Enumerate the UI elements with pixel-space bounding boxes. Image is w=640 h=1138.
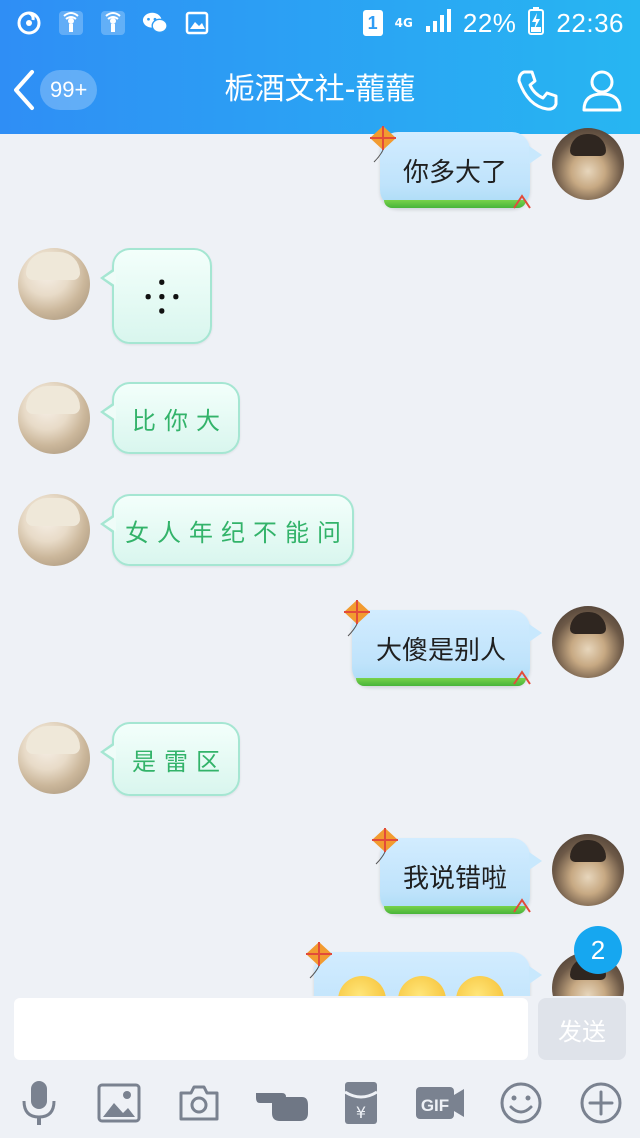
grass-decoration: [356, 678, 526, 686]
sim-card-icon: 1: [362, 10, 383, 36]
plus-icon: [580, 1082, 622, 1124]
gif-icon: GIF: [416, 1087, 464, 1119]
camera-icon: [179, 1085, 219, 1121]
clock: 22:36: [556, 7, 624, 38]
svg-text:GIF: GIF: [421, 1096, 449, 1115]
red-packet-icon: ¥: [344, 1082, 378, 1124]
message-bubble-outgoing[interactable]: 大傻是别人: [352, 610, 542, 686]
send-button[interactable]: 发送: [538, 998, 626, 1060]
more-button[interactable]: [576, 1078, 626, 1128]
wechat-icon: [142, 10, 168, 36]
nav-bar: 99+ 栀酒文社-蘢蘢: [0, 52, 640, 128]
contact-avatar[interactable]: [18, 494, 90, 566]
app-header: 1 4G 22% 22:36 99+ 栀酒文社-蘢蘢: [0, 0, 640, 134]
signal-icon: [425, 9, 451, 37]
camera-button[interactable]: [174, 1078, 224, 1128]
new-message-count-badge[interactable]: 2: [574, 926, 622, 974]
status-bar: 1 4G 22% 22:36: [0, 0, 640, 46]
my-avatar[interactable]: [552, 834, 624, 906]
image-button[interactable]: [94, 1078, 144, 1128]
contact-avatar[interactable]: [18, 248, 90, 320]
poke-button[interactable]: [254, 1078, 310, 1128]
netease-music-icon: [16, 10, 42, 36]
phone-icon: [517, 70, 558, 111]
emoji-button[interactable]: [496, 1078, 546, 1128]
chat-screen: 1 4G 22% 22:36 99+ 栀酒文社-蘢蘢 你多大了 ⸭ 比你大 女人…: [0, 0, 640, 1138]
grass-decoration: [384, 200, 526, 208]
message-text: 女人年纪不能问: [125, 518, 349, 547]
grass-decoration: [384, 906, 526, 914]
message-bubble-incoming[interactable]: 比你大: [100, 382, 240, 454]
image-icon: [97, 1083, 141, 1123]
contact-avatar[interactable]: [18, 382, 90, 454]
profile-icon: [582, 70, 622, 112]
call-button[interactable]: [514, 66, 562, 114]
chat-title[interactable]: 栀酒文社-蘢蘢: [140, 68, 500, 112]
qq-hotspot-icon: [100, 10, 126, 36]
input-toolbar: ¥ GIF: [0, 1066, 640, 1138]
bow-decoration-icon: [513, 898, 531, 913]
contact-avatar[interactable]: [18, 722, 90, 794]
back-chevron-icon: [14, 70, 34, 110]
voice-button[interactable]: [14, 1078, 64, 1128]
kite-icon: [344, 600, 370, 637]
svg-text:¥: ¥: [356, 1103, 366, 1122]
message-text: 我说错啦: [402, 863, 507, 894]
kite-icon: [372, 828, 398, 865]
battery-charging-icon: [528, 7, 545, 39]
my-avatar[interactable]: [552, 128, 624, 200]
my-avatar[interactable]: [552, 606, 624, 678]
kite-icon: [306, 942, 332, 979]
kite-icon: [370, 126, 396, 163]
message-bubble-incoming[interactable]: 是雷区: [100, 722, 240, 796]
message-text: 大傻是别人: [375, 635, 506, 666]
profile-button[interactable]: [578, 66, 626, 114]
message-bubble-outgoing[interactable]: 你多大了: [380, 132, 542, 208]
bow-decoration-icon: [513, 670, 531, 685]
message-bubble-incoming[interactable]: 女人年纪不能问: [100, 494, 354, 566]
qq-hotspot-icon: [58, 10, 84, 36]
gif-button[interactable]: GIF: [414, 1078, 466, 1128]
message-text: 比你大: [132, 406, 228, 435]
message-bubble-outgoing[interactable]: 我说错啦: [380, 838, 542, 914]
gallery-icon: [184, 10, 210, 36]
network-type: 4G: [394, 16, 413, 30]
message-input[interactable]: [14, 998, 528, 1060]
battery-percent: 22%: [462, 7, 517, 38]
message-text: 是雷区: [132, 747, 228, 776]
emoji-icon: [500, 1082, 542, 1124]
poke-hand-icon: [256, 1093, 308, 1121]
red-packet-button[interactable]: ¥: [336, 1078, 386, 1128]
message-text: 你多大了: [402, 157, 507, 188]
back-button[interactable]: [10, 68, 40, 112]
unread-count-badge[interactable]: 99+: [40, 70, 98, 110]
message-input-bar: 发送: [0, 996, 640, 1066]
bow-decoration-icon: [513, 194, 531, 209]
message-bubble-incoming[interactable]: ⸭: [100, 248, 212, 344]
anger-vein-icon: ⸭: [143, 270, 181, 324]
microphone-icon: [22, 1081, 56, 1125]
